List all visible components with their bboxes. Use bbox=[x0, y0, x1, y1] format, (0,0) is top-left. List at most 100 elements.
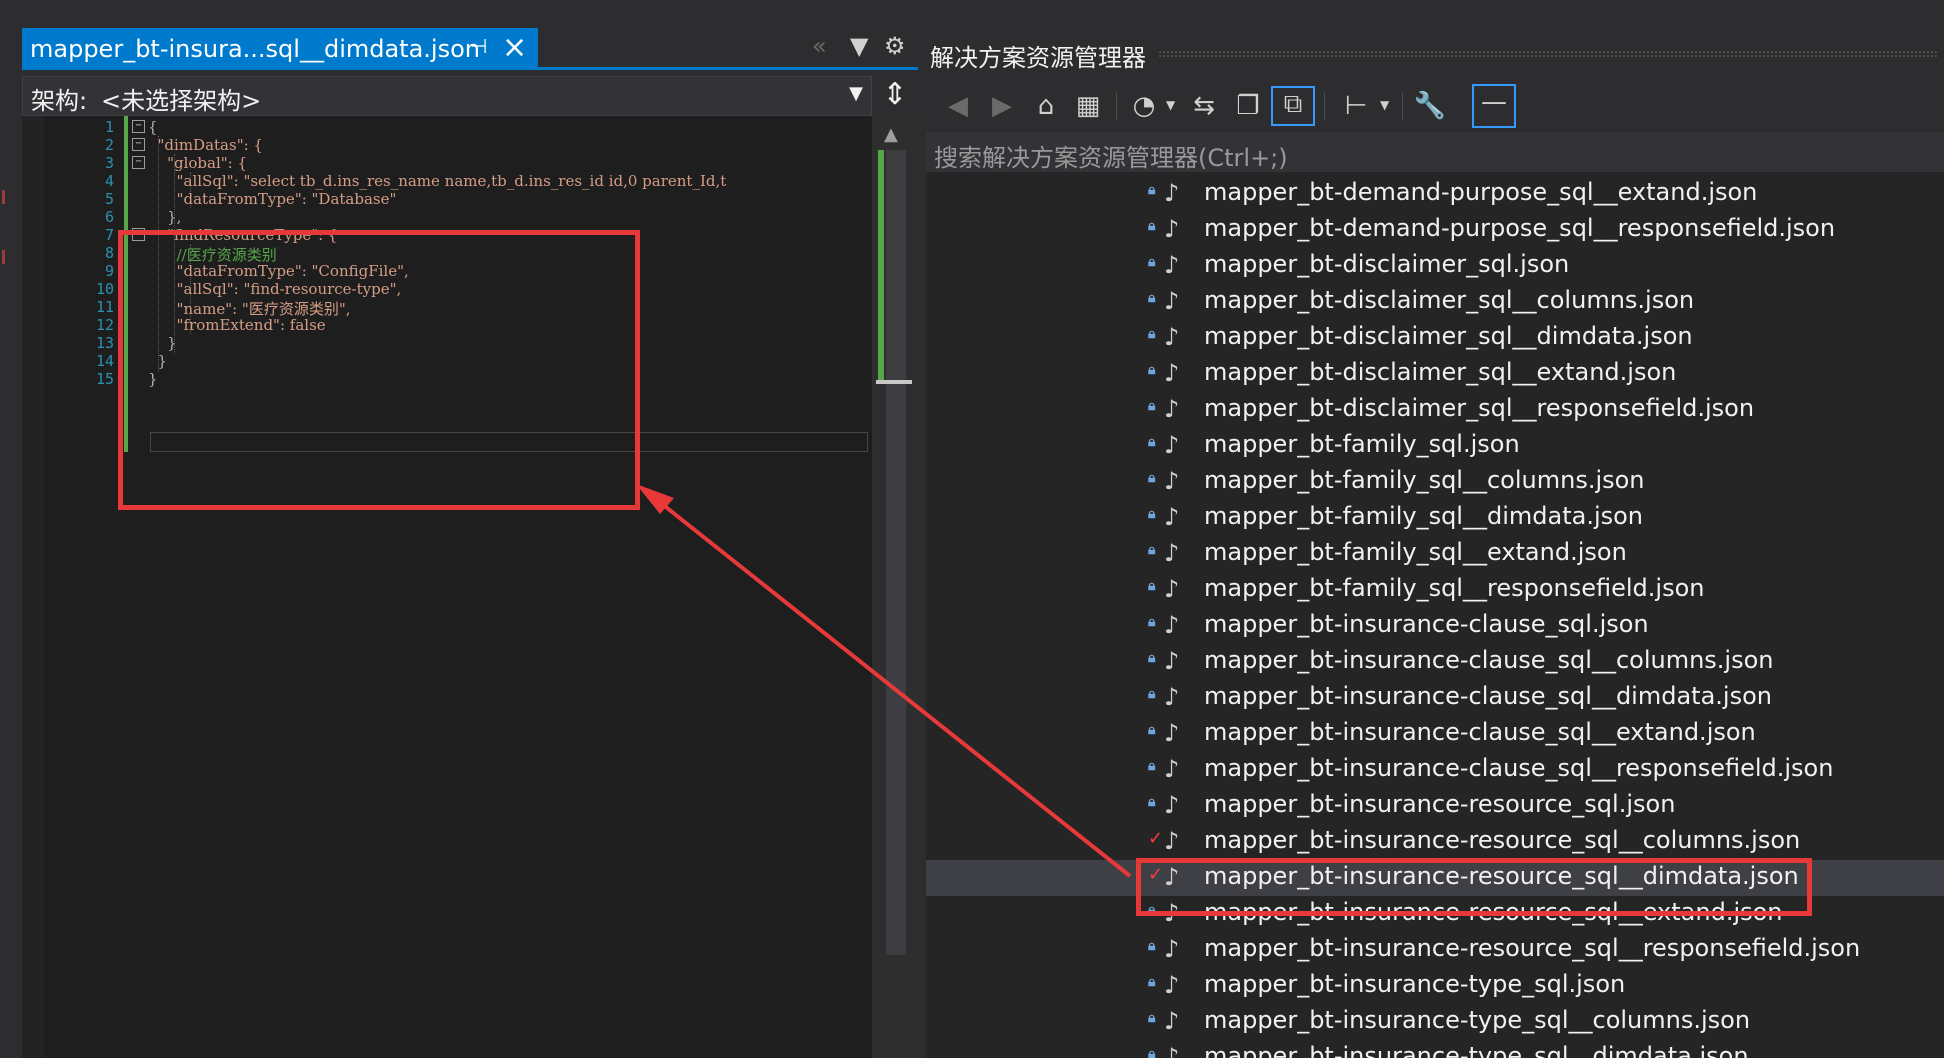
tree-file-item[interactable]: 🔒︎ ♪ mapper_bt-insurance-clause_sql__colum… bbox=[926, 644, 1944, 680]
tree-file-item[interactable]: 🔒︎ ♪ mapper_bt-insurance-clause_sql__dimda… bbox=[926, 680, 1944, 716]
tree-file-item[interactable]: ✓ ♪ mapper_bt-insurance-resource_sql__colu… bbox=[926, 824, 1944, 860]
tree-view-icon[interactable]: ⊢ bbox=[1336, 88, 1376, 124]
tree-file-item[interactable]: 🔒︎ ♪ mapper_bt-family_sql.json bbox=[926, 428, 1944, 464]
file-name: mapper_bt-insurance-clause_sql__dimdata.… bbox=[1204, 682, 1772, 710]
json-file-icon: ♪ bbox=[1164, 503, 1180, 531]
fold-toggle-icon[interactable]: − bbox=[132, 138, 145, 151]
json-file-icon: ♪ bbox=[1164, 1043, 1180, 1058]
indicator-margin bbox=[44, 116, 66, 1058]
pin-icon[interactable]: ⊣ bbox=[470, 34, 487, 58]
preview-icon[interactable]: — bbox=[1472, 84, 1516, 128]
json-file-icon: ♪ bbox=[1164, 719, 1180, 747]
schema-value[interactable]: <未选择架构> bbox=[101, 81, 261, 116]
solution-tree: 🔒︎ ♪ mapper_bt-demand-purpose_sql__extand.… bbox=[926, 176, 1944, 1058]
tree-file-item[interactable]: 🔒︎ ♪ mapper_bt-family_sql__responsefield.j… bbox=[926, 572, 1944, 608]
tree-file-item[interactable]: 🔒︎ ♪ mapper_bt-insurance-type_sql__dimdata… bbox=[926, 1040, 1944, 1058]
editor-tab-bar: mapper_bt-insura...sql__dimdata.json ⊣ ×… bbox=[22, 28, 920, 70]
tab-list-dropdown-icon[interactable]: ▼ bbox=[850, 32, 868, 60]
fold-toggle-icon[interactable]: − bbox=[132, 120, 145, 133]
home-icon[interactable]: ⌂ bbox=[1026, 88, 1066, 124]
file-name: mapper_bt-insurance-clause_sql__extand.j… bbox=[1204, 718, 1756, 746]
lock-icon: 🔒︎ bbox=[1148, 686, 1156, 702]
code-line: "allSql": "select tb_d.ins_res_name name… bbox=[148, 172, 727, 190]
collapse-icon[interactable]: ❐ bbox=[1228, 88, 1268, 124]
json-file-icon: ♪ bbox=[1164, 827, 1180, 855]
solution-explorer-title: 解决方案资源管理器 bbox=[930, 44, 1146, 72]
tree-file-item[interactable]: 🔒︎ ♪ mapper_bt-family_sql__columns.json bbox=[926, 464, 1944, 500]
lock-icon: 🔒︎ bbox=[1148, 758, 1156, 774]
tree-file-item[interactable]: 🔒︎ ♪ mapper_bt-disclaimer_sql__columns.jso… bbox=[926, 284, 1944, 320]
titlebar-grip[interactable] bbox=[1158, 50, 1938, 58]
tree-file-item[interactable]: 🔒︎ ♪ mapper_bt-insurance-clause_sql__extan… bbox=[926, 716, 1944, 752]
chevron-down-icon[interactable]: ▼ bbox=[849, 83, 863, 104]
tree-file-item[interactable]: 🔒︎ ♪ mapper_bt-insurance-resource_sql__res… bbox=[926, 932, 1944, 968]
close-icon[interactable]: × bbox=[502, 30, 527, 65]
json-file-icon: ♪ bbox=[1164, 431, 1180, 459]
sync-icon[interactable]: ⇆ bbox=[1184, 88, 1224, 124]
toolbar-separator bbox=[1116, 92, 1117, 120]
chevron-down-icon[interactable]: ▼ bbox=[1380, 98, 1389, 112]
tree-file-item[interactable]: 🔒︎ ♪ mapper_bt-insurance-clause_sql.json bbox=[926, 608, 1944, 644]
line-number: 10 bbox=[95, 280, 114, 298]
scroll-tabs-left-icon[interactable]: « bbox=[812, 32, 827, 60]
gear-icon[interactable]: ⚙ bbox=[884, 32, 906, 60]
history-icon[interactable]: ◔ bbox=[1124, 88, 1164, 124]
file-name: mapper_bt-disclaimer_sql__extand.json bbox=[1204, 358, 1677, 386]
tree-file-item[interactable]: 🔒︎ ♪ mapper_bt-family_sql__extand.json bbox=[926, 536, 1944, 572]
lock-icon: 🔒︎ bbox=[1148, 650, 1156, 666]
json-file-icon: ♪ bbox=[1164, 215, 1180, 243]
tree-file-item[interactable]: 🔒︎ ♪ mapper_bt-demand-purpose_sql__extand.… bbox=[926, 176, 1944, 212]
file-name: mapper_bt-family_sql__columns.json bbox=[1204, 466, 1645, 494]
lock-icon: 🔒︎ bbox=[1148, 506, 1156, 522]
lock-icon: 🔒︎ bbox=[1148, 974, 1156, 990]
file-name: mapper_bt-family_sql__dimdata.json bbox=[1204, 502, 1644, 530]
lock-icon: 🔒︎ bbox=[1148, 938, 1156, 954]
show-all-files-icon[interactable]: ⧉ bbox=[1271, 86, 1315, 126]
tree-file-item[interactable]: 🔒︎ ♪ mapper_bt-insurance-type_sql__columns… bbox=[926, 1004, 1944, 1040]
lock-icon: 🔒︎ bbox=[1148, 542, 1156, 558]
tree-file-item[interactable]: 🔒︎ ♪ mapper_bt-insurance-resource_sql.json bbox=[926, 788, 1944, 824]
forward-icon[interactable]: ▶ bbox=[982, 88, 1022, 124]
solution-explorer-search[interactable]: 搜索解决方案资源管理器(Ctrl+;) bbox=[926, 132, 1944, 172]
file-name: mapper_bt-insurance-type_sql__columns.js… bbox=[1204, 1006, 1751, 1034]
search-input[interactable]: 搜索解决方案资源管理器(Ctrl+;) bbox=[934, 138, 1288, 173]
tree-file-item[interactable]: 🔒︎ ♪ mapper_bt-insurance-clause_sql__respo… bbox=[926, 752, 1944, 788]
vs-project-icon[interactable]: ▦ bbox=[1068, 88, 1108, 124]
toolbar-separator bbox=[1324, 92, 1325, 120]
json-file-icon: ♪ bbox=[1164, 323, 1180, 351]
tree-file-item[interactable]: 🔒︎ ♪ mapper_bt-insurance-type_sql.json bbox=[926, 968, 1944, 1004]
line-number: 15 bbox=[95, 370, 114, 388]
tree-file-item[interactable]: 🔒︎ ♪ mapper_bt-disclaimer_sql__dimdata.jso… bbox=[926, 320, 1944, 356]
tree-file-item[interactable]: 🔒︎ ♪ mapper_bt-family_sql__dimdata.json bbox=[926, 500, 1944, 536]
lock-icon: 🔒︎ bbox=[1148, 398, 1156, 414]
file-name: mapper_bt-family_sql__extand.json bbox=[1204, 538, 1627, 566]
selection-margin bbox=[22, 116, 44, 1058]
code-line: "global": { bbox=[148, 154, 248, 172]
editor-vertical-scrollbar[interactable]: ▲ bbox=[872, 116, 918, 1058]
properties-icon[interactable]: 🔧 bbox=[1410, 88, 1450, 124]
file-name: mapper_bt-insurance-type_sql.json bbox=[1204, 970, 1626, 998]
scrollbar-track[interactable] bbox=[886, 150, 906, 955]
tree-file-item[interactable]: 🔒︎ ♪ mapper_bt-disclaimer_sql__extand.json bbox=[926, 356, 1944, 392]
pane-splitter[interactable] bbox=[918, 0, 926, 1058]
lock-icon: 🔒︎ bbox=[1148, 254, 1156, 270]
document-tab[interactable]: mapper_bt-insura...sql__dimdata.json ⊣ × bbox=[22, 28, 538, 70]
code-line: "dimDatas": { bbox=[148, 136, 263, 154]
json-file-icon: ♪ bbox=[1164, 791, 1180, 819]
lock-icon: 🔒︎ bbox=[1148, 1046, 1156, 1058]
fold-toggle-icon[interactable]: − bbox=[132, 156, 145, 169]
line-number: 7 bbox=[104, 226, 114, 244]
schema-navigation-bar[interactable]: 架构: <未选择架构> ▼ bbox=[22, 76, 872, 116]
marker bbox=[2, 190, 5, 204]
chevron-down-icon[interactable]: ▼ bbox=[1166, 98, 1175, 112]
line-number: 12 bbox=[95, 316, 114, 334]
scroll-up-icon[interactable]: ▲ bbox=[884, 124, 898, 145]
line-number: 4 bbox=[104, 172, 114, 190]
split-window-icon[interactable]: ⇕ bbox=[872, 76, 918, 116]
tree-file-item[interactable]: 🔒︎ ♪ mapper_bt-demand-purpose_sql__respons… bbox=[926, 212, 1944, 248]
back-icon[interactable]: ◀ bbox=[938, 88, 978, 124]
tree-file-item[interactable]: 🔒︎ ♪ mapper_bt-disclaimer_sql__responsefie… bbox=[926, 392, 1944, 428]
file-name: mapper_bt-insurance-resource_sql__column… bbox=[1204, 826, 1801, 854]
json-file-icon: ♪ bbox=[1164, 575, 1180, 603]
tree-file-item[interactable]: 🔒︎ ♪ mapper_bt-disclaimer_sql.json bbox=[926, 248, 1944, 284]
